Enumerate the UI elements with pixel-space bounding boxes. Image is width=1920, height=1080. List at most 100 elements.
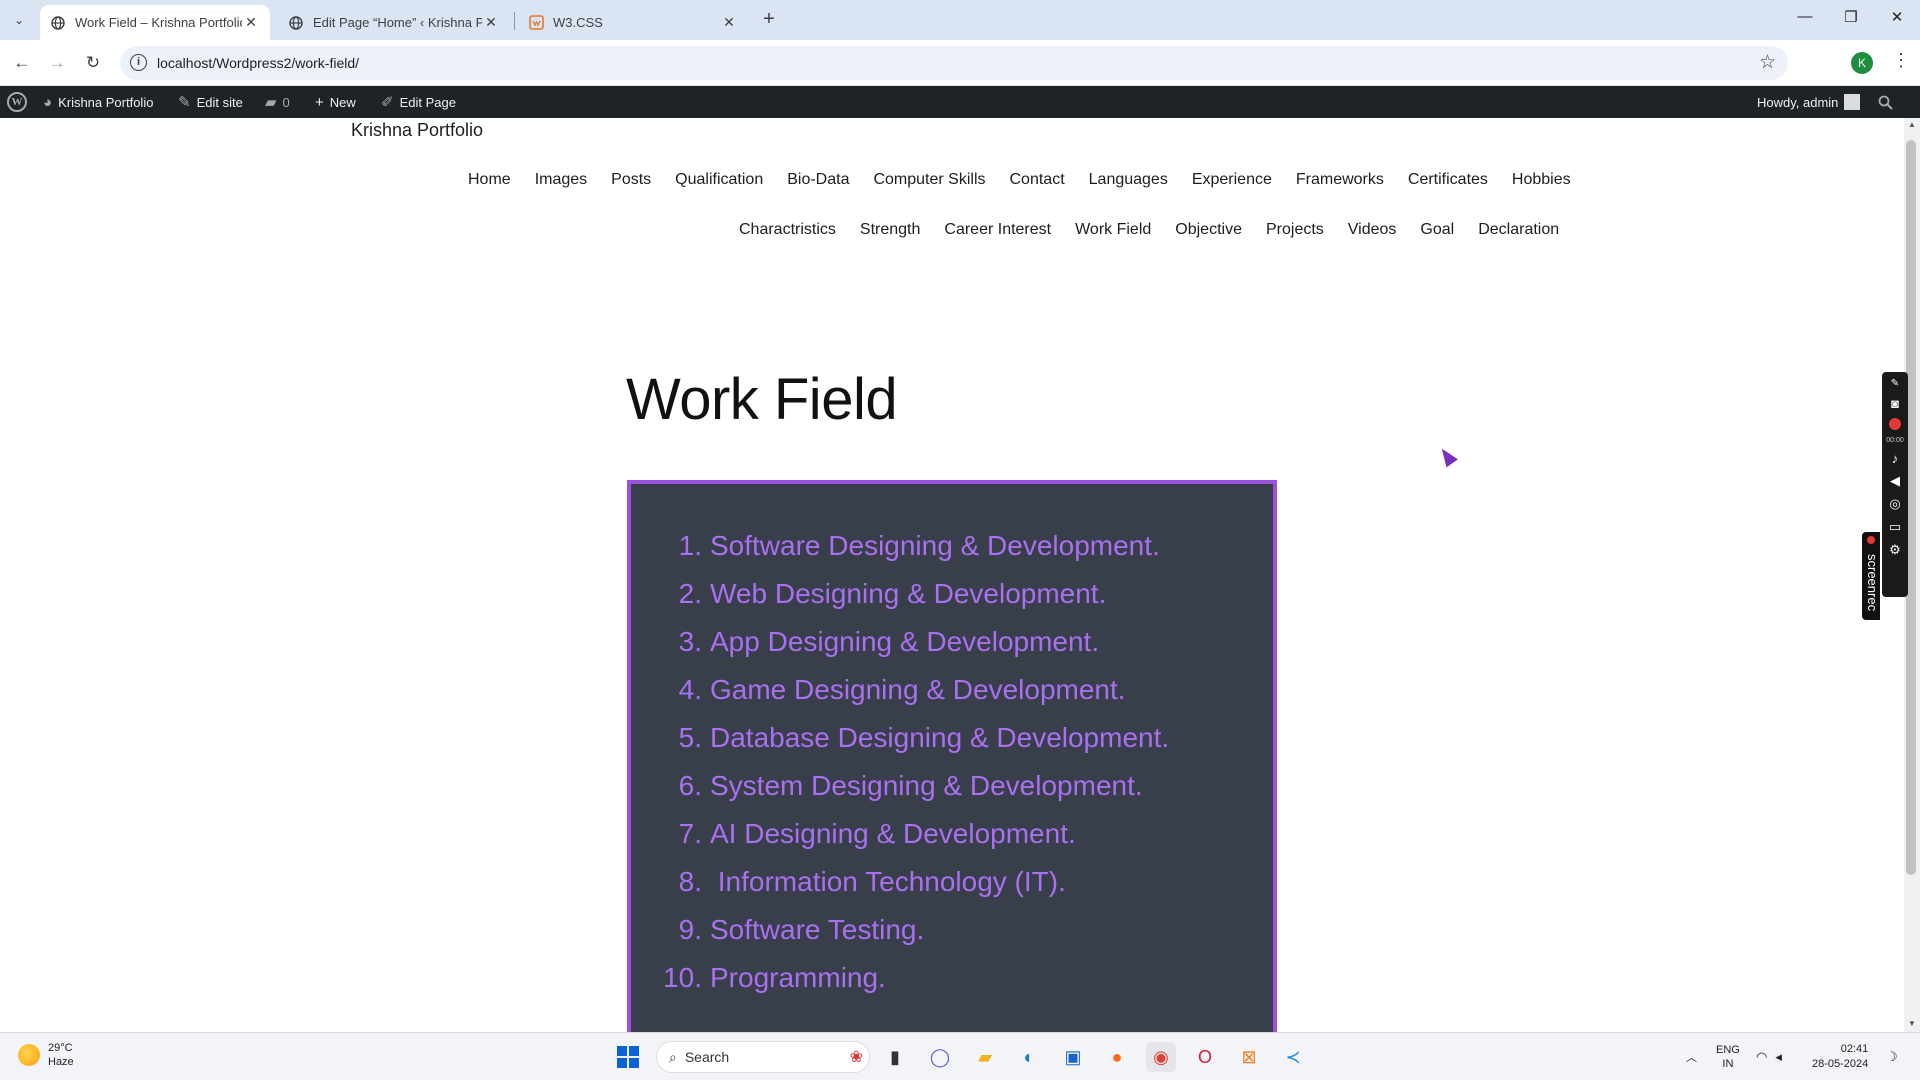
list-text: Programming. (710, 962, 886, 993)
nav-item-objective[interactable]: Objective (1175, 221, 1242, 239)
firefox-icon[interactable]: ● (1102, 1042, 1132, 1072)
admin-site-name-link[interactable]: ◕ Krishna Portfolio (43, 86, 153, 118)
admin-site-name: Krishna Portfolio (58, 94, 154, 110)
record-icon[interactable] (1889, 418, 1901, 430)
close-tab-icon[interactable]: ✕ (242, 14, 260, 31)
pen-icon[interactable]: ✎ (1891, 378, 1899, 389)
nav-item-home[interactable]: Home (468, 171, 511, 189)
nav-item-charactristics[interactable]: Charactristics (739, 221, 836, 239)
bookmark-star-icon[interactable]: ☆ (1759, 51, 1776, 74)
mouse-cursor-icon (1436, 444, 1458, 468)
nav-item-experience[interactable]: Experience (1192, 171, 1272, 189)
my-account-link[interactable]: Howdy, admin (1757, 86, 1861, 118)
settings-gear-icon[interactable]: ⚙ (1889, 542, 1901, 558)
vscode-icon[interactable]: ≺ (1278, 1042, 1308, 1072)
new-tab-icon[interactable]: + (758, 8, 780, 31)
close-tab-icon[interactable]: ✕ (482, 14, 500, 31)
primary-nav-row-1: Home Images Posts Qualification Bio-Data… (468, 171, 1571, 189)
admin-search-icon[interactable] (1878, 86, 1893, 118)
nav-item-certificates[interactable]: Certificates (1408, 171, 1488, 189)
profile-avatar[interactable]: K (1851, 52, 1873, 74)
url-text[interactable]: localhost/Wordpress2/work-field/ (157, 55, 359, 71)
list-text: Software Testing. (710, 914, 925, 945)
browser-tab-strip: ⌄ Work Field – Krishna Portfolio ✕ Edit … (0, 0, 1920, 40)
plus-icon: + (315, 93, 324, 111)
nav-item-declaration[interactable]: Declaration (1478, 221, 1559, 239)
clock-date: 28-05-2024 (1812, 1058, 1869, 1070)
close-window-icon[interactable]: ✕ (1882, 8, 1912, 26)
scroll-down-arrow-icon[interactable]: ▼ (1906, 1019, 1918, 1028)
window-icon[interactable]: ▭ (1889, 519, 1901, 535)
start-button[interactable] (613, 1042, 643, 1072)
system-status-icons[interactable]: ◠ ◂ (1756, 1033, 1782, 1080)
language-indicator[interactable]: ENG IN (1716, 1033, 1740, 1080)
opera-icon[interactable]: O (1190, 1042, 1220, 1072)
nav-item-videos[interactable]: Videos (1348, 221, 1397, 239)
address-bar[interactable]: i localhost/Wordpress2/work-field/ ☆ (120, 46, 1788, 80)
dashboard-icon: ◕ (43, 93, 53, 111)
edit-site-link[interactable]: ✎ Edit site (178, 86, 243, 118)
list-text: Database Designing & Development. (710, 722, 1170, 753)
nav-item-goal[interactable]: Goal (1420, 221, 1454, 239)
scroll-up-arrow-icon[interactable]: ▲ (1906, 120, 1918, 129)
tab-edit-page[interactable]: Edit Page “Home” ‹ Krishna Por ✕ (278, 5, 510, 40)
new-content-link[interactable]: + New (315, 86, 356, 118)
file-explorer-icon[interactable]: ▰ (970, 1042, 1000, 1072)
site-info-icon[interactable]: i (130, 54, 147, 71)
show-hidden-icons[interactable]: ︿ (1686, 1033, 1697, 1080)
edit-page-link[interactable]: ✐ Edit Page (381, 86, 456, 118)
nav-item-career-interest[interactable]: Career Interest (944, 221, 1051, 239)
list-text: Information Technology (IT). (710, 866, 1066, 897)
clock[interactable]: 02:41 28-05-2024 (1812, 1033, 1868, 1080)
restore-icon[interactable]: ❐ (1836, 8, 1866, 26)
taskbar-search[interactable]: ⌕ Search ❀ (656, 1041, 870, 1073)
nav-item-frameworks[interactable]: Frameworks (1296, 171, 1384, 189)
notifications-icon[interactable]: ☽ (1886, 1033, 1898, 1080)
list-text: System Designing & Development. (710, 770, 1143, 801)
edit-site-label: Edit site (196, 94, 243, 110)
browser-menu-icon[interactable]: ⋮ (1892, 50, 1910, 71)
nav-item-hobbies[interactable]: Hobbies (1512, 171, 1571, 189)
comments-link[interactable]: ▰ 0 (265, 86, 290, 118)
chrome-icon[interactable]: ◉ (1146, 1042, 1176, 1072)
weather-widget[interactable]: 29°C Haze (18, 1041, 74, 1069)
chat-icon[interactable]: ◯ (925, 1042, 955, 1072)
nav-item-bio-data[interactable]: Bio-Data (787, 171, 849, 189)
work-field-list: 1. Software Designing & Development. 2. We… (655, 530, 1169, 1010)
record-timer: 00:00 (1886, 437, 1904, 444)
speaker-icon[interactable]: ◀ (1890, 473, 1900, 489)
nav-item-computer-skills[interactable]: Computer Skills (873, 171, 985, 189)
forward-icon[interactable]: → (45, 51, 69, 75)
edit-page-label: Edit Page (399, 94, 456, 110)
reload-icon[interactable]: ↻ (81, 51, 105, 75)
list-item: 2. Web Designing & Development. (655, 578, 1169, 626)
tab-w3css[interactable]: W3.CSS ✕ (518, 5, 748, 40)
nav-item-contact[interactable]: Contact (1010, 171, 1065, 189)
wordpress-logo-icon[interactable]: W (7, 86, 27, 118)
xampp-icon[interactable]: ⊠ (1234, 1042, 1264, 1072)
nav-item-strength[interactable]: Strength (860, 221, 920, 239)
camera-icon[interactable]: ◙ (1891, 396, 1899, 411)
screenrec-toolbar: ✎ ◙ 00:00 ♪ ◀ ◎ ▭ ⚙ (1882, 372, 1908, 597)
nav-item-qualification[interactable]: Qualification (675, 171, 763, 189)
store-icon[interactable]: ▣ (1058, 1042, 1088, 1072)
nav-item-languages[interactable]: Languages (1089, 171, 1168, 189)
nav-item-posts[interactable]: Posts (611, 171, 651, 189)
site-title[interactable]: Krishna Portfolio (351, 120, 483, 141)
back-icon[interactable]: ← (10, 51, 34, 75)
windows-logo-icon (617, 1046, 639, 1068)
minimize-icon[interactable]: — (1790, 8, 1820, 25)
microphone-icon[interactable]: ♪ (1892, 451, 1899, 466)
nav-item-projects[interactable]: Projects (1266, 221, 1324, 239)
list-item: 7. AI Designing & Development. (655, 818, 1169, 866)
task-view-icon[interactable]: ▮ (880, 1042, 910, 1072)
screenrec-tab[interactable]: screenrec (1862, 532, 1880, 620)
webcam-icon[interactable]: ◎ (1889, 496, 1900, 512)
nav-item-images[interactable]: Images (535, 171, 587, 189)
tab-search-button[interactable]: ⌄ (8, 9, 30, 31)
close-tab-icon[interactable]: ✕ (720, 14, 738, 31)
nav-item-work-field[interactable]: Work Field (1075, 221, 1151, 239)
edge-browser-icon[interactable]: ◐ (1014, 1042, 1044, 1072)
search-highlight-icon: ❀ (849, 1049, 863, 1066)
tab-work-field[interactable]: Work Field – Krishna Portfolio ✕ (40, 5, 270, 40)
